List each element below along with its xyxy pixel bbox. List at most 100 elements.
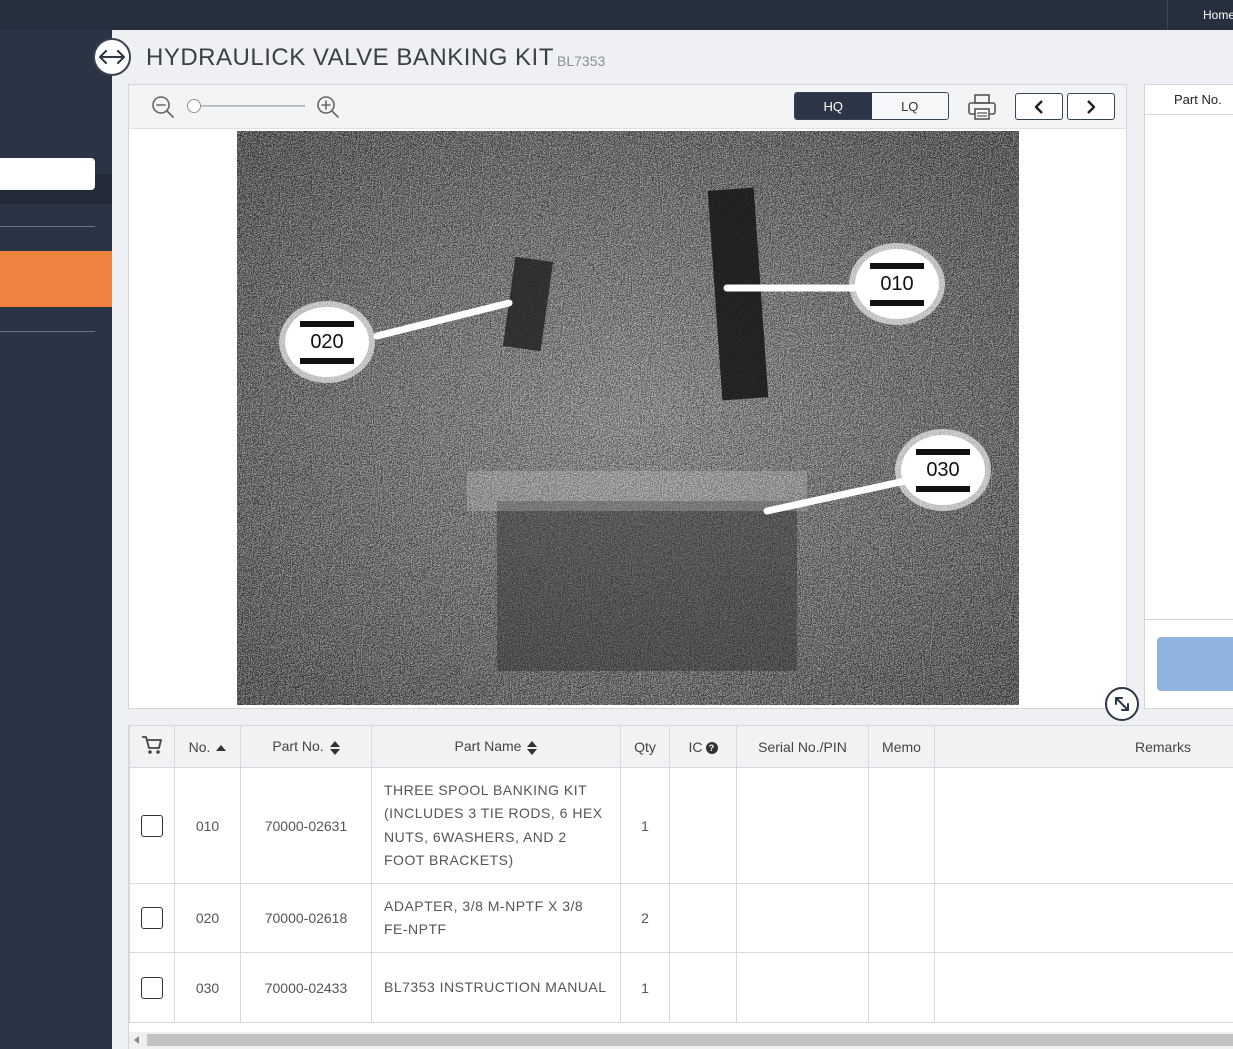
zoom-in-button[interactable] (316, 95, 340, 119)
home-button[interactable]: Home (1167, 0, 1233, 30)
column-memo: Memo (868, 725, 935, 768)
cell-no: 020 (174, 883, 241, 953)
sidebar-item-active[interactable] (0, 251, 112, 307)
table-header-row: No. Part No. Part Name Qty IC? Serial No… (129, 725, 1233, 768)
table-row: 020 70000-02618 ADAPTER, 3/8 M-NPTF X 3/… (129, 883, 1233, 953)
cell-part-no: 70000-02631 (240, 767, 372, 884)
column-ic: IC? (669, 725, 737, 768)
cell-ic (669, 952, 737, 1023)
horizontal-arrows-icon (99, 50, 125, 64)
table-row: 010 70000-02631 THREE SPOOL BANKING KIT … (129, 767, 1233, 884)
column-ic-label: IC (688, 738, 703, 755)
column-serial: Serial No./PIN (736, 725, 869, 768)
panel-action-button[interactable] (1157, 637, 1233, 691)
expand-button[interactable] (1105, 687, 1139, 721)
cell-ic (669, 767, 737, 884)
cell-memo[interactable] (868, 952, 935, 1023)
cell-no: 010 (174, 767, 241, 884)
cell-serial (736, 883, 869, 953)
cart-icon (142, 736, 162, 754)
column-no[interactable]: No. (174, 725, 241, 768)
sort-icon (329, 740, 340, 755)
expand-icon (1115, 697, 1129, 711)
column-remarks: Remarks (934, 725, 1233, 768)
cell-ic (669, 883, 737, 953)
print-button[interactable] (967, 93, 997, 121)
column-qty: Qty (620, 725, 670, 768)
grid-icon (1204, 0, 1218, 4)
cell-part-no: 70000-02618 (240, 883, 372, 953)
sort-asc-icon (216, 744, 227, 751)
cell-remarks (934, 883, 1233, 953)
quality-toggle: HQ LQ (794, 92, 949, 120)
previous-button[interactable] (1015, 93, 1063, 120)
sidebar-search-input[interactable] (0, 158, 95, 190)
callout-label: 010 (870, 262, 924, 306)
chevron-right-icon (1087, 99, 1096, 114)
cell-part-name: BL7353 INSTRUCTION MANUAL (371, 952, 621, 1023)
next-button[interactable] (1067, 93, 1115, 120)
column-part-no-label: Part No. (272, 738, 324, 755)
sidebar-divider (0, 226, 95, 227)
help-icon[interactable]: ? (705, 741, 718, 754)
chevron-left-icon (1034, 99, 1043, 114)
cell-qty: 2 (620, 883, 670, 953)
cell-memo[interactable] (868, 767, 935, 884)
panel-divider (1145, 619, 1233, 620)
column-remarks-label: Remarks (1135, 738, 1192, 755)
parts-diagram-image: 010 020 030 (237, 131, 1019, 705)
quality-hq-button[interactable]: HQ (795, 93, 872, 119)
home-label: Home (1203, 8, 1233, 22)
viewer-toolbar: HQ LQ (129, 85, 1126, 129)
cell-remarks (934, 767, 1233, 884)
column-part-name[interactable]: Part Name (371, 725, 621, 768)
horizontal-scrollbar[interactable] (129, 1032, 1233, 1049)
cell-serial (736, 952, 869, 1023)
parts-table-container: No. Part No. Part Name Qty IC? Serial No… (128, 725, 1233, 1049)
parts-diagram-photo (237, 131, 1019, 705)
page-title: HYDRAULICK VALVE BANKING KIT (146, 44, 554, 71)
zoom-slider-knob[interactable] (187, 99, 201, 113)
cell-qty: 1 (620, 952, 670, 1023)
top-bar: Home (0, 0, 1233, 30)
cell-part-no: 70000-02433 (240, 952, 372, 1023)
zoom-in-icon (317, 96, 339, 118)
page-subtitle: BL7353 (557, 53, 606, 69)
table-row: 030 70000-02433 BL7353 INSTRUCTION MANUA… (129, 952, 1233, 1023)
cell-memo[interactable] (868, 883, 935, 953)
cell-part-name: THREE SPOOL BANKING KIT (INCLUDES 3 TIE … (371, 767, 621, 884)
callout-label: 030 (916, 448, 970, 492)
printer-icon (968, 94, 996, 120)
sidebar-toggle-button[interactable] (93, 38, 131, 76)
column-no-label: No. (188, 738, 211, 755)
zoom-out-button[interactable] (151, 95, 175, 119)
sidebar-divider (0, 331, 95, 332)
cell-part-name: ADAPTER, 3/8 M-NPTF X 3/8 FE-NPTF (371, 883, 621, 953)
zoom-slider[interactable] (187, 99, 307, 113)
cell-remarks (934, 952, 1233, 1023)
parts-table: No. Part No. Part Name Qty IC? Serial No… (129, 725, 1233, 1023)
column-part-name-label: Part Name (454, 738, 522, 755)
diagram-viewer: HQ LQ 010 020 030 (128, 84, 1127, 709)
cell-serial (736, 767, 869, 884)
zoom-slider-track (191, 105, 305, 107)
callout-030[interactable]: 030 (901, 435, 985, 505)
row-checkbox[interactable] (141, 814, 163, 837)
sort-icon (527, 740, 538, 755)
cell-no: 030 (174, 952, 241, 1023)
parts-list-panel: Part No. (1144, 84, 1233, 709)
scroll-left-icon[interactable] (134, 1036, 139, 1044)
zoom-out-icon (152, 96, 174, 118)
callout-020[interactable]: 020 (285, 307, 369, 377)
row-checkbox[interactable] (141, 907, 163, 929)
sidebar (0, 30, 112, 1049)
panel-header-part-no: Part No. (1145, 85, 1233, 115)
cell-qty: 1 (620, 767, 670, 884)
scrollbar-thumb[interactable] (147, 1034, 1233, 1046)
column-cart (129, 725, 175, 768)
callout-010[interactable]: 010 (855, 249, 939, 319)
row-checkbox[interactable] (141, 976, 163, 999)
callout-label: 020 (300, 320, 354, 364)
column-part-no[interactable]: Part No. (240, 725, 372, 768)
quality-lq-button[interactable]: LQ (871, 93, 948, 119)
